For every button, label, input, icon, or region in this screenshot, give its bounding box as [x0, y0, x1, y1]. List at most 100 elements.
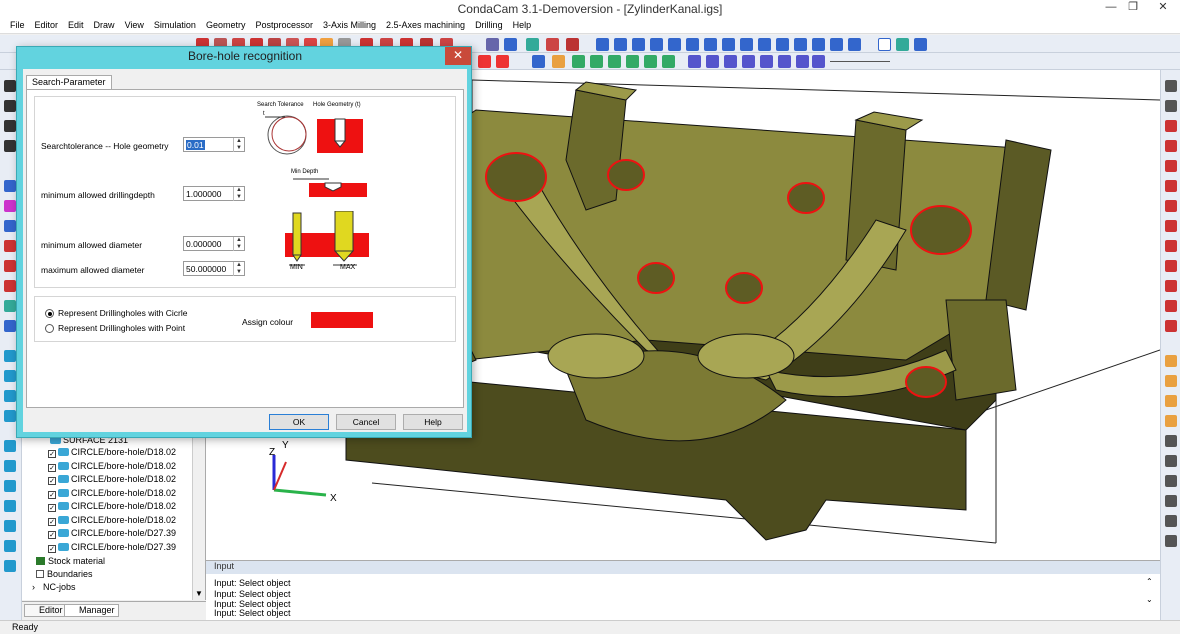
tool-icon[interactable]: [662, 55, 675, 68]
tool-icon[interactable]: [4, 410, 16, 422]
tree-item[interactable]: ✓ CIRCLE/bore-hole/D18.02: [48, 447, 176, 460]
tree-item[interactable]: ✓ CIRCLE/bore-hole/D18.02: [48, 515, 176, 528]
tool-icon[interactable]: [486, 38, 499, 51]
tool-icon[interactable]: [758, 38, 771, 51]
tool-icon[interactable]: [706, 55, 719, 68]
menu-editor[interactable]: Editor: [30, 18, 64, 30]
tool-icon[interactable]: [504, 38, 517, 51]
cancel-button[interactable]: Cancel: [336, 414, 396, 430]
tool-icon[interactable]: [608, 55, 621, 68]
tool-icon[interactable]: [1165, 495, 1177, 507]
tool-icon[interactable]: [1165, 435, 1177, 447]
tool-icon[interactable]: [1165, 200, 1177, 212]
tool-icon[interactable]: [776, 38, 789, 51]
tool-icon[interactable]: [4, 180, 16, 192]
tool-icon[interactable]: [632, 38, 645, 51]
tool-icon[interactable]: [1165, 355, 1177, 367]
tree-item[interactable]: ✓ CIRCLE/bore-hole/D18.02: [48, 461, 176, 474]
max-diameter-input[interactable]: 50.000000 ▲ ▼: [183, 261, 245, 276]
spin-up-icon[interactable]: ▲: [233, 138, 244, 145]
close-button[interactable]: ✕: [1148, 0, 1178, 16]
tool-icon[interactable]: [1165, 220, 1177, 232]
menu-geometry[interactable]: Geometry: [201, 18, 251, 30]
tool-icon[interactable]: [722, 38, 735, 51]
tool-icon[interactable]: [644, 55, 657, 68]
spin-up-icon[interactable]: ▲: [233, 262, 244, 269]
menu-edit[interactable]: Edit: [63, 18, 89, 30]
menu-drilling[interactable]: Drilling: [470, 18, 508, 30]
tool-icon[interactable]: [532, 55, 545, 68]
scroll-down-icon[interactable]: ⌄: [1146, 595, 1153, 604]
spin-up-icon[interactable]: ▲: [233, 187, 244, 194]
tool-icon[interactable]: [1165, 475, 1177, 487]
tool-icon[interactable]: [4, 220, 16, 232]
tool-icon[interactable]: [796, 55, 809, 68]
radio-represent-circle[interactable]: [45, 309, 54, 318]
tool-icon[interactable]: [1165, 415, 1177, 427]
hole[interactable]: [910, 205, 972, 255]
tool-icon[interactable]: [688, 55, 701, 68]
tool-icon[interactable]: [4, 80, 16, 92]
tab-editor[interactable]: Editor: [24, 604, 67, 617]
tab-manager[interactable]: Manager: [64, 604, 119, 617]
tool-icon[interactable]: [724, 55, 737, 68]
tool-icon[interactable]: [1165, 515, 1177, 527]
tree-item-boundaries[interactable]: Boundaries: [36, 569, 93, 582]
tab-search-parameter[interactable]: Search-Parameter: [26, 75, 112, 89]
checkbox[interactable]: ✓: [48, 491, 56, 499]
tool-icon[interactable]: [704, 38, 717, 51]
tool-icon[interactable]: [1165, 320, 1177, 332]
spin-down-icon[interactable]: ▼: [233, 194, 244, 201]
tool-icon[interactable]: [496, 55, 509, 68]
tool-icon[interactable]: [1165, 180, 1177, 192]
tool-icon[interactable]: [1165, 300, 1177, 312]
tool-icon[interactable]: [4, 480, 16, 492]
scroll-down-icon[interactable]: ▼: [195, 589, 203, 598]
tool-icon[interactable]: [4, 440, 16, 452]
tool-icon[interactable]: [1165, 535, 1177, 547]
hole[interactable]: [637, 262, 675, 294]
tool-icon[interactable]: [812, 55, 825, 68]
tree-item-stock-material[interactable]: Stock material: [36, 556, 105, 569]
tool-icon[interactable]: [830, 38, 843, 51]
help-button[interactable]: Help: [403, 414, 463, 430]
tool-icon[interactable]: [478, 55, 491, 68]
tool-icon[interactable]: [4, 370, 16, 382]
tool-icon[interactable]: [546, 38, 559, 51]
tool-icon[interactable]: [614, 38, 627, 51]
menu-simulation[interactable]: Simulation: [149, 18, 201, 30]
tool-icon[interactable]: [1165, 260, 1177, 272]
min-diameter-input[interactable]: 0.000000 ▲ ▼: [183, 236, 245, 251]
tree-item-nc-jobs[interactable]: › NC-jobs: [32, 582, 76, 595]
tool-icon[interactable]: [1165, 375, 1177, 387]
tool-icon[interactable]: [4, 100, 16, 112]
tool-icon[interactable]: [4, 560, 16, 572]
spin-up-icon[interactable]: ▲: [233, 237, 244, 244]
tool-icon[interactable]: [552, 55, 565, 68]
checkbox[interactable]: ✓: [48, 464, 56, 472]
menu-view[interactable]: View: [120, 18, 149, 30]
tool-icon[interactable]: [650, 38, 663, 51]
tool-icon[interactable]: [686, 38, 699, 51]
tool-icon[interactable]: [4, 140, 16, 152]
tool-icon[interactable]: [4, 540, 16, 552]
tool-icon[interactable]: [626, 55, 639, 68]
tool-icon[interactable]: [848, 38, 861, 51]
tool-icon[interactable]: [4, 390, 16, 402]
tool-icon[interactable]: [590, 55, 603, 68]
menu-help[interactable]: Help: [508, 18, 537, 30]
checkbox[interactable]: ✓: [48, 450, 56, 458]
tool-icon[interactable]: [1165, 140, 1177, 152]
checkbox[interactable]: ✓: [48, 518, 56, 526]
tool-icon[interactable]: [878, 38, 891, 51]
menu-postprocessor[interactable]: Postprocessor: [250, 18, 318, 30]
tool-icon[interactable]: [572, 55, 585, 68]
tree-item[interactable]: ✓ CIRCLE/bore-hole/D18.02: [48, 488, 176, 501]
tool-icon[interactable]: [812, 38, 825, 51]
tool-icon[interactable]: [4, 300, 16, 312]
spin-down-icon[interactable]: ▼: [233, 145, 244, 152]
tool-icon[interactable]: [1165, 455, 1177, 467]
spin-down-icon[interactable]: ▼: [233, 269, 244, 276]
expand-icon[interactable]: ›: [32, 582, 40, 592]
tool-icon[interactable]: [4, 260, 16, 272]
